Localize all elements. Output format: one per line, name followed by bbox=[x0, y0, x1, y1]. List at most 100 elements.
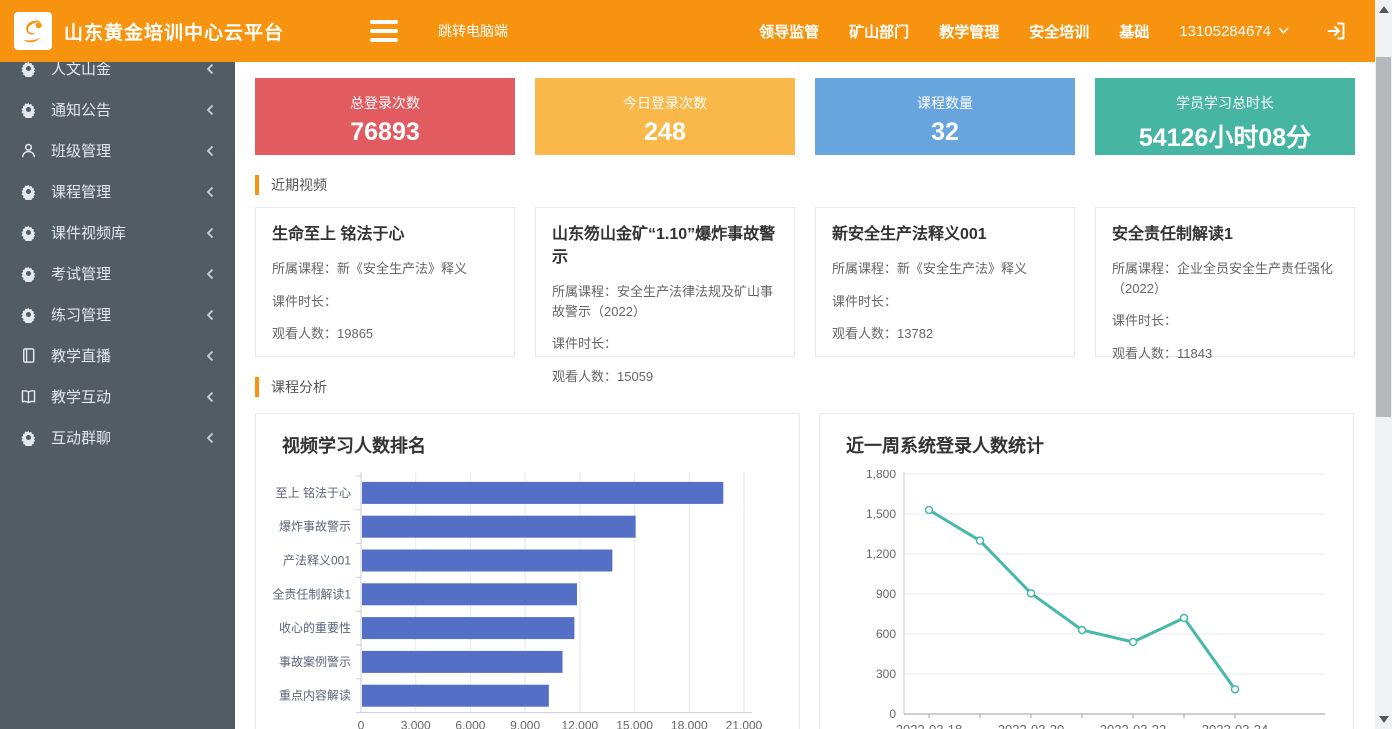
video-duration: 课件时长： bbox=[1112, 311, 1338, 331]
chevron-left-icon bbox=[206, 186, 215, 198]
gear-icon bbox=[19, 62, 38, 78]
svg-text:事故案例警示: 事故案例警示 bbox=[279, 654, 351, 669]
chevron-left-icon bbox=[206, 309, 215, 321]
stat-card-total-logins: 总登录次数 76893 bbox=[255, 78, 515, 155]
hamburger-menu-icon[interactable] bbox=[370, 15, 398, 47]
video-course: 所属课程：安全生产法律法规及矿山事故警示（2022） bbox=[552, 282, 778, 321]
stat-value: 76893 bbox=[255, 118, 515, 147]
video-title: 新安全生产法释义001 bbox=[832, 223, 1058, 246]
sidebar-item-exam-management[interactable]: 考试管理 bbox=[0, 253, 235, 294]
svg-text:900: 900 bbox=[876, 587, 896, 601]
gear-icon bbox=[19, 100, 38, 119]
shandong-gold-logo-icon bbox=[18, 16, 48, 46]
stat-label: 学员学习总时长 bbox=[1095, 93, 1355, 113]
svg-text:至上 铭法于心: 至上 铭法于心 bbox=[276, 485, 351, 500]
svg-text:全责任制解读1: 全责任制解读1 bbox=[272, 586, 351, 601]
gear-icon bbox=[19, 428, 38, 447]
page-scrollbar[interactable] bbox=[1375, 0, 1392, 729]
nav-leader-supervision[interactable]: 领导监管 bbox=[759, 21, 819, 42]
video-course: 所属课程：新《安全生产法》释义 bbox=[272, 259, 498, 279]
page-title: 山东黄金培训中心云平台 bbox=[64, 18, 284, 45]
section-course-analysis: 课程分析 bbox=[255, 377, 1375, 397]
video-card[interactable]: 山东笏山金矿“1.10”爆炸事故警示 所属课程：安全生产法律法规及矿山事故警示（… bbox=[535, 207, 795, 357]
gear-icon bbox=[19, 264, 38, 283]
chevron-left-icon bbox=[206, 104, 215, 116]
video-cards-row: 生命至上 铭法于心 所属课程：新《安全生产法》释义 课件时长： 观看人数：198… bbox=[255, 207, 1375, 357]
video-title: 安全责任制解读1 bbox=[1112, 223, 1338, 246]
logout-button[interactable] bbox=[1325, 20, 1347, 42]
nav-safety-training[interactable]: 安全培训 bbox=[1029, 21, 1089, 42]
sidebar-item-live-teaching[interactable]: 教学直播 bbox=[0, 335, 235, 376]
sidebar-item-label: 通知公告 bbox=[51, 99, 111, 120]
svg-text:300: 300 bbox=[876, 667, 896, 681]
scroll-down-icon[interactable] bbox=[1379, 716, 1389, 723]
svg-text:0: 0 bbox=[358, 719, 365, 729]
top-nav: 领导监管 矿山部门 教学管理 安全培训 基础 13105284674 bbox=[759, 20, 1375, 42]
nav-basic[interactable]: 基础 bbox=[1119, 21, 1149, 42]
sidebar-item-courseware-library[interactable]: 课件视频库 bbox=[0, 212, 235, 253]
svg-text:600: 600 bbox=[876, 627, 896, 641]
sidebar-item-label: 练习管理 bbox=[51, 304, 111, 325]
sidebar-item-label: 课件视频库 bbox=[51, 222, 126, 243]
chevron-left-icon bbox=[206, 63, 215, 75]
video-title: 山东笏山金矿“1.10”爆炸事故警示 bbox=[552, 223, 778, 269]
scrollbar-thumb[interactable] bbox=[1376, 57, 1391, 417]
chevron-down-icon bbox=[1278, 27, 1289, 35]
svg-text:2022-03-22: 2022-03-22 bbox=[1100, 722, 1167, 729]
svg-text:爆炸事故警示: 爆炸事故警示 bbox=[279, 519, 351, 534]
svg-text:21,000: 21,000 bbox=[726, 719, 763, 729]
video-card[interactable]: 生命至上 铭法于心 所属课程：新《安全生产法》释义 课件时长： 观看人数：198… bbox=[255, 207, 515, 357]
sidebar-item-practice-management[interactable]: 练习管理 bbox=[0, 294, 235, 335]
svg-text:1,200: 1,200 bbox=[866, 547, 896, 561]
stat-value: 54126小时08分 bbox=[1095, 118, 1355, 154]
user-icon bbox=[19, 141, 38, 160]
nav-teaching-management[interactable]: 教学管理 bbox=[939, 21, 999, 42]
svg-text:6,000: 6,000 bbox=[455, 719, 485, 729]
sidebar-item-group-chat[interactable]: 互动群聊 bbox=[0, 417, 235, 458]
video-card[interactable]: 新安全生产法释义001 所属课程：新《安全生产法》释义 课件时长： 观看人数：1… bbox=[815, 207, 1075, 357]
video-duration: 课件时长： bbox=[832, 292, 1058, 312]
sidebar-menu: 人文山金 通知公告 班级管理 课程管理 课件视频库 bbox=[0, 62, 235, 458]
gear-icon bbox=[19, 305, 38, 324]
svg-text:3,000: 3,000 bbox=[401, 719, 431, 729]
chevron-left-icon bbox=[206, 268, 215, 280]
sidebar-item-renwen-shanjin[interactable]: 人文山金 bbox=[0, 62, 235, 89]
bar-chart-canvas: 03,0006,0009,00012,00015,00018,00021,000… bbox=[271, 470, 783, 729]
svg-text:15,000: 15,000 bbox=[616, 719, 653, 729]
sidebar-item-course-management[interactable]: 课程管理 bbox=[0, 171, 235, 212]
sidebar-item-notices[interactable]: 通知公告 bbox=[0, 89, 235, 130]
video-duration: 课件时长： bbox=[272, 292, 498, 312]
gear-icon bbox=[19, 182, 38, 201]
chevron-left-icon bbox=[206, 432, 215, 444]
sidebar-item-label: 课程管理 bbox=[51, 181, 111, 202]
jump-to-pc-link[interactable]: 跳转电脑端 bbox=[438, 21, 508, 41]
video-viewers: 观看人数：19865 bbox=[272, 324, 498, 344]
scroll-up-icon[interactable] bbox=[1379, 6, 1389, 13]
sidebar-item-label: 教学互动 bbox=[51, 386, 111, 407]
header: 山东黄金培训中心云平台 跳转电脑端 领导监管 矿山部门 教学管理 安全培训 基础… bbox=[0, 0, 1375, 62]
app-root: 山东黄金培训中心云平台 跳转电脑端 领导监管 矿山部门 教学管理 安全培训 基础… bbox=[0, 0, 1392, 729]
sidebar-item-teaching-interaction[interactable]: 教学互动 bbox=[0, 376, 235, 417]
svg-text:重点内容解读: 重点内容解读 bbox=[279, 688, 351, 703]
svg-text:产法释义001: 产法释义001 bbox=[283, 554, 351, 568]
nav-mine-department[interactable]: 矿山部门 bbox=[849, 21, 909, 42]
line-chart-title: 近一周系统登录人数统计 bbox=[820, 414, 1353, 458]
user-account-dropdown[interactable]: 13105284674 bbox=[1179, 23, 1289, 40]
stat-label: 总登录次数 bbox=[255, 93, 515, 113]
chevron-left-icon bbox=[206, 227, 215, 239]
chevron-left-icon bbox=[206, 391, 215, 403]
stat-value: 248 bbox=[535, 118, 795, 147]
stat-value: 32 bbox=[815, 118, 1075, 147]
svg-text:12,000: 12,000 bbox=[562, 719, 599, 729]
sidebar-item-class-management[interactable]: 班级管理 bbox=[0, 130, 235, 171]
svg-text:2022-03-20: 2022-03-20 bbox=[998, 722, 1065, 729]
stat-label: 今日登录次数 bbox=[535, 93, 795, 113]
sidebar: 人文山金 通知公告 班级管理 课程管理 课件视频库 bbox=[0, 62, 235, 729]
video-card[interactable]: 安全责任制解读1 所属课程：企业全员安全生产责任强化（2022） 课件时长： 观… bbox=[1095, 207, 1355, 357]
sidebar-item-label: 教学直播 bbox=[51, 345, 111, 366]
sidebar-item-label: 考试管理 bbox=[51, 263, 111, 284]
bar-chart-title: 视频学习人数排名 bbox=[256, 414, 799, 458]
logout-icon bbox=[1325, 20, 1347, 42]
video-course: 所属课程：企业全员安全生产责任强化（2022） bbox=[1112, 259, 1338, 298]
svg-text:9,000: 9,000 bbox=[510, 719, 540, 729]
